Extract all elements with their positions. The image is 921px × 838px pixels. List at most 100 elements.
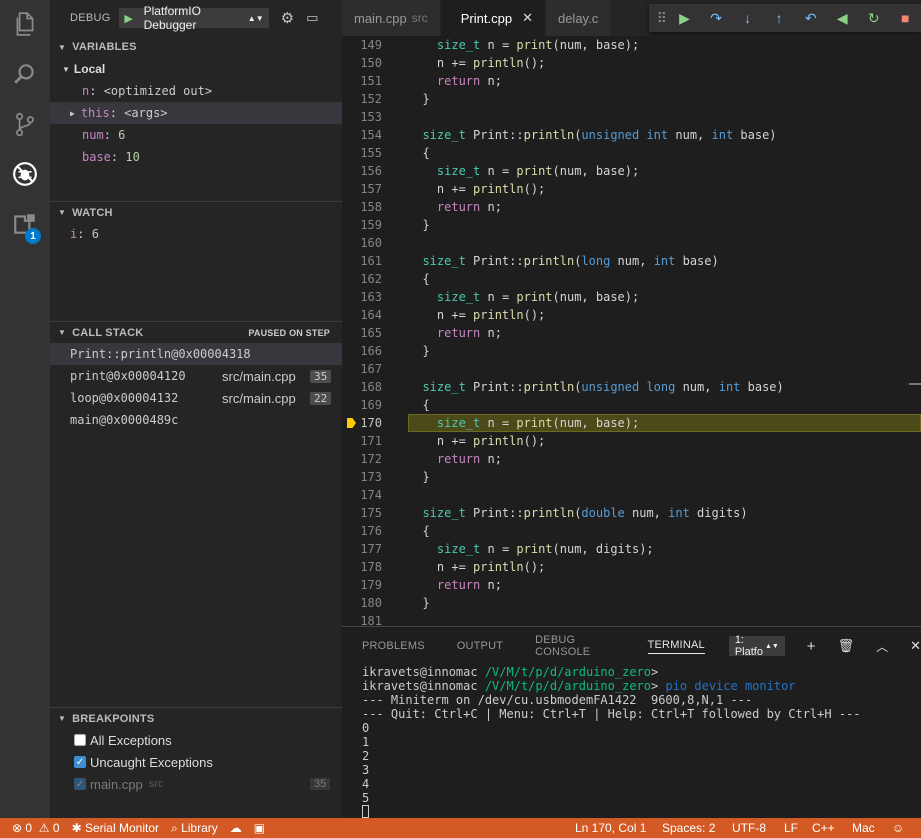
code-line[interactable]: 161 size_t Print::println(long num, int … bbox=[342, 252, 921, 270]
terminal-output[interactable]: ikravets@innomac /V/M/t/p/d/arduino_zero… bbox=[342, 665, 921, 821]
breakpoints-header[interactable]: ▼ BREAKPOINTS bbox=[50, 707, 342, 729]
restart-icon[interactable]: ↻ bbox=[858, 10, 890, 27]
code-line[interactable]: 167 bbox=[342, 360, 921, 378]
tab-print-cpp[interactable]: Print.cpp ✕ bbox=[440, 0, 546, 36]
line-number[interactable]: 165 bbox=[342, 324, 382, 342]
tab-main-cpp[interactable]: main.cpp src bbox=[342, 0, 441, 36]
code-line[interactable]: 178 n += println(); bbox=[342, 558, 921, 576]
variables-header[interactable]: ▼ VARIABLES bbox=[50, 36, 342, 58]
line-number[interactable]: 149 bbox=[342, 36, 382, 54]
code-line[interactable]: 163 size_t n = print(num, base); bbox=[342, 288, 921, 306]
code-line[interactable]: 168 size_t Print::println(unsigned long … bbox=[342, 378, 921, 396]
line-ending[interactable]: LF bbox=[784, 818, 798, 838]
cursor-position[interactable]: Ln 170, Col 1 bbox=[575, 818, 646, 838]
code-line[interactable]: 154 size_t Print::println(unsigned int n… bbox=[342, 126, 921, 144]
code-line[interactable]: 158 return n; bbox=[342, 198, 921, 216]
variable-row[interactable]: ▶ this: <args> bbox=[50, 102, 342, 124]
line-number[interactable]: 159 bbox=[342, 216, 382, 234]
code-line[interactable]: 174 bbox=[342, 486, 921, 504]
line-number[interactable]: 178 bbox=[342, 558, 382, 576]
tab-debug-console[interactable]: DEBUG CONSOLE bbox=[535, 634, 615, 658]
code-line[interactable]: 180 } bbox=[342, 594, 921, 612]
scope-local[interactable]: ▼ Local bbox=[50, 58, 342, 80]
line-number[interactable]: 151 bbox=[342, 72, 382, 90]
callstack-header[interactable]: ▼ CALL STACK PAUSED ON STEP bbox=[50, 321, 342, 343]
code-line[interactable]: 177 size_t n = print(num, digits); bbox=[342, 540, 921, 558]
variable-row[interactable]: base: 10 bbox=[50, 146, 342, 168]
checkbox[interactable]: ✓ bbox=[74, 756, 86, 768]
line-number[interactable]: 160 bbox=[342, 234, 382, 252]
line-number[interactable]: 179 bbox=[342, 576, 382, 594]
encoding[interactable]: UTF-8 bbox=[732, 818, 766, 838]
step-over-icon[interactable]: ↷ bbox=[700, 10, 732, 27]
tab-terminal[interactable]: TERMINAL bbox=[647, 639, 705, 654]
reverse-continue-icon[interactable]: ◀ bbox=[826, 10, 858, 27]
code-line[interactable]: 181 bbox=[342, 612, 921, 626]
line-number[interactable]: 181 bbox=[342, 612, 382, 626]
line-number[interactable]: 154 bbox=[342, 126, 382, 144]
line-number[interactable]: 163 bbox=[342, 288, 382, 306]
stack-frame[interactable]: Print::println@0x00004318 bbox=[50, 343, 342, 365]
line-number[interactable]: 174 bbox=[342, 486, 382, 504]
code-line[interactable]: 170 size_t n = print(num, base); bbox=[342, 414, 921, 432]
line-number[interactable]: 169 bbox=[342, 396, 382, 414]
explorer-icon[interactable] bbox=[0, 0, 50, 48]
terminal-select[interactable]: 1: Platfo ▲▼ bbox=[728, 634, 785, 658]
line-number[interactable]: 180 bbox=[342, 594, 382, 612]
source-control-icon[interactable] bbox=[0, 100, 50, 148]
line-number[interactable]: 156 bbox=[342, 162, 382, 180]
breakpoint-item[interactable]: ✓ Uncaught Exceptions bbox=[50, 751, 342, 773]
language-mode[interactable]: C++ bbox=[812, 818, 835, 838]
code-line[interactable]: 155 { bbox=[342, 144, 921, 162]
line-number[interactable]: 153 bbox=[342, 108, 382, 126]
watch-row[interactable]: i: 6 bbox=[50, 223, 342, 245]
tab-delay-c[interactable]: delay.c bbox=[545, 0, 612, 36]
line-number[interactable]: 158 bbox=[342, 198, 382, 216]
step-back-icon[interactable]: ↶ bbox=[795, 10, 827, 27]
terminal-icon[interactable]: ▣ bbox=[254, 821, 265, 835]
code-editor[interactable]: 149 size_t n = print(num, base); 150 n +=… bbox=[342, 36, 921, 626]
step-out-icon[interactable]: ↑ bbox=[763, 10, 795, 26]
line-number[interactable]: 171 bbox=[342, 432, 382, 450]
stack-frame[interactable]: main@0x0000489c bbox=[50, 409, 342, 431]
line-number[interactable]: 161 bbox=[342, 252, 382, 270]
code-line[interactable]: 157 n += println(); bbox=[342, 180, 921, 198]
line-number[interactable]: 164 bbox=[342, 306, 382, 324]
drag-handle-icon[interactable]: ⠿ bbox=[655, 10, 669, 27]
upload-icon[interactable]: ☁ bbox=[230, 821, 242, 835]
continue-icon[interactable]: ▶ bbox=[669, 10, 701, 27]
trash-icon[interactable]: 🗑 bbox=[838, 638, 855, 654]
code-line[interactable]: 173 } bbox=[342, 468, 921, 486]
search-icon[interactable] bbox=[0, 50, 50, 98]
line-number[interactable]: 157 bbox=[342, 180, 382, 198]
line-number[interactable]: 175 bbox=[342, 504, 382, 522]
debug-icon[interactable] bbox=[0, 150, 50, 198]
gear-icon[interactable]: ⚙ bbox=[281, 9, 294, 27]
code-line[interactable]: 150 n += println(); bbox=[342, 54, 921, 72]
add-terminal-icon[interactable]: + bbox=[807, 638, 816, 655]
line-number[interactable]: 150 bbox=[342, 54, 382, 72]
indentation[interactable]: Spaces: 2 bbox=[662, 818, 715, 838]
code-line[interactable]: 149 size_t n = print(num, base); bbox=[342, 36, 921, 54]
line-number[interactable]: 166 bbox=[342, 342, 382, 360]
line-number[interactable]: 172 bbox=[342, 450, 382, 468]
code-line[interactable]: 171 n += println(); bbox=[342, 432, 921, 450]
code-line[interactable]: 160 bbox=[342, 234, 921, 252]
code-line[interactable]: 162 { bbox=[342, 270, 921, 288]
close-icon[interactable]: ✕ bbox=[522, 10, 533, 26]
stop-icon[interactable]: ■ bbox=[890, 10, 921, 26]
serial-monitor-button[interactable]: ✱ Serial Monitor bbox=[72, 821, 159, 835]
variable-row[interactable]: num: 6 bbox=[50, 124, 342, 146]
breakpoint-item[interactable]: ✓ main.cpp src 35 bbox=[50, 773, 342, 795]
line-number[interactable]: 167 bbox=[342, 360, 382, 378]
code-line[interactable]: 151 return n; bbox=[342, 72, 921, 90]
code-line[interactable]: 166 } bbox=[342, 342, 921, 360]
code-line[interactable]: 179 return n; bbox=[342, 576, 921, 594]
extensions-icon[interactable]: 1 bbox=[0, 200, 50, 248]
stack-frame[interactable]: loop@0x00004132 src/main.cpp 22 bbox=[50, 387, 342, 409]
checkbox[interactable]: ✓ bbox=[74, 778, 86, 790]
code-line[interactable]: 165 return n; bbox=[342, 324, 921, 342]
debug-config-select[interactable]: PlatformIO Debugger ▲▼ bbox=[138, 4, 269, 32]
code-line[interactable]: 152 } bbox=[342, 90, 921, 108]
tab-output[interactable]: OUTPUT bbox=[457, 640, 503, 652]
